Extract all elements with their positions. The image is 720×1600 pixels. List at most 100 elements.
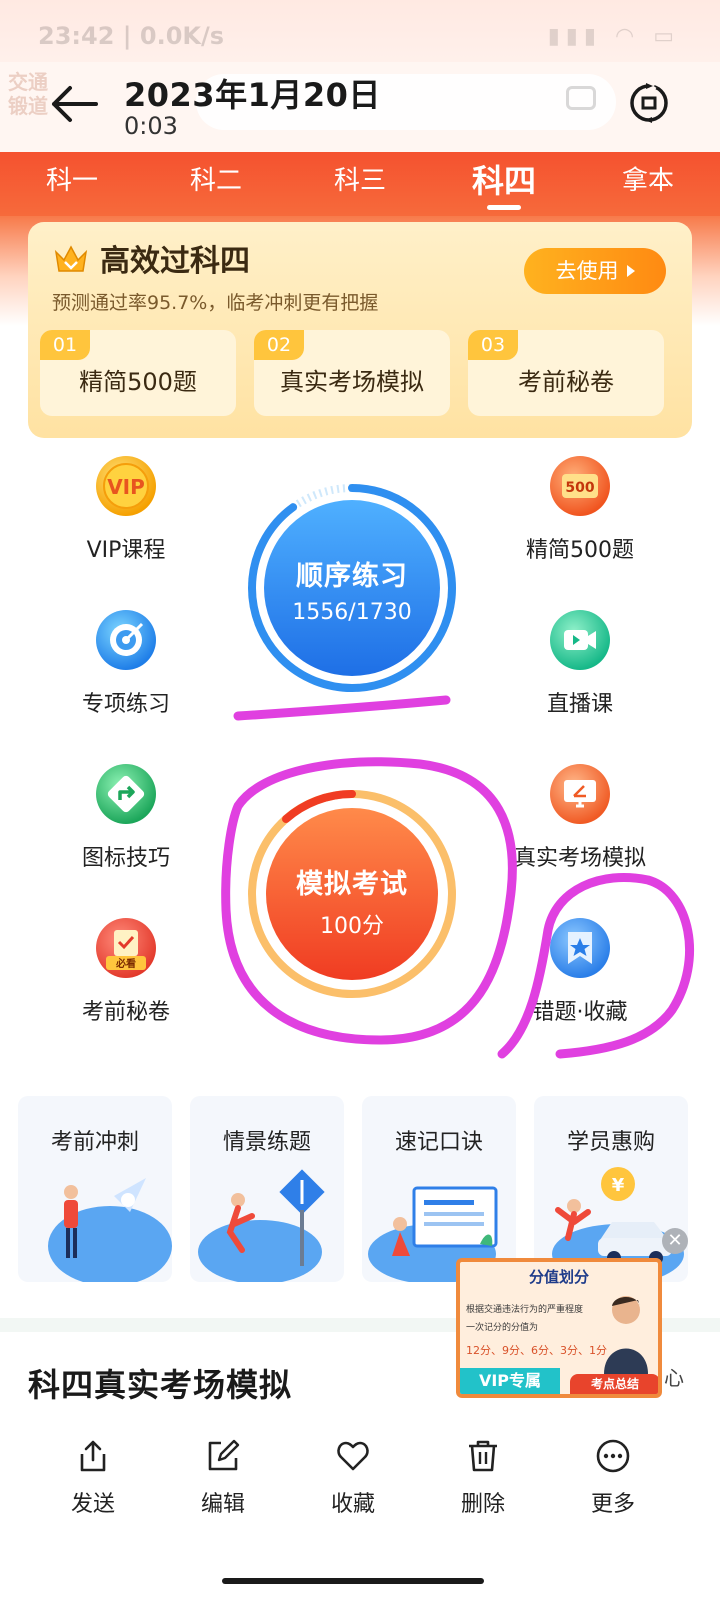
rocket-illustration-icon xyxy=(48,1178,172,1282)
subject-tab-bar: 科一 科二 科三 科四 拿本 xyxy=(0,152,720,216)
vip-item-secret[interactable]: 03 考前秘卷 xyxy=(468,330,664,416)
card-pre-exam-sprint[interactable]: 考前冲刺 xyxy=(18,1096,172,1282)
sequential-practice-button[interactable]: 顺序练习 1556/1730 xyxy=(246,482,458,694)
vip-item-mock[interactable]: 02 真实考场模拟 xyxy=(254,330,450,416)
tab-subject-1[interactable]: 科一 xyxy=(0,152,144,216)
camera-icon xyxy=(566,86,596,110)
back-arrow-icon[interactable] xyxy=(48,82,100,126)
action-label: 更多 xyxy=(590,1492,635,1517)
vip-promo-card[interactable]: 高效过科四 预测通过率95.7%，临考冲刺更有把握 去使用 01 精简500题 … xyxy=(28,222,692,438)
truncated-side-text: 心 xyxy=(664,1366,684,1390)
video-title: 分值划分 xyxy=(528,1268,589,1286)
crown-icon xyxy=(54,245,88,272)
vip-item-label: 精简500题 xyxy=(79,368,197,396)
mock-exam-score: 100分 xyxy=(320,914,384,939)
vip-card-subtitle: 预测通过率95.7%，临考冲刺更有把握 xyxy=(52,292,379,314)
vip-card-title: 高效过科四 xyxy=(100,244,250,279)
road-sign-icon xyxy=(96,764,156,824)
vip-icon: VIP xyxy=(96,456,156,516)
target-icon xyxy=(96,610,156,670)
card-student-deals[interactable]: 学员惠购 ¥ xyxy=(534,1096,688,1282)
video-text-line-2: 一次记分的分值为 xyxy=(466,1323,539,1333)
feature-label: VIP课程 xyxy=(86,538,166,563)
svg-text:¥: ¥ xyxy=(612,1175,625,1196)
feature-label: 专项练习 xyxy=(81,692,170,717)
share-button[interactable]: 发送 xyxy=(28,1438,158,1518)
feature-sign-tips[interactable]: 图标技巧 xyxy=(26,762,226,872)
feature-secret-paper[interactable]: 必看 考前秘卷 xyxy=(26,916,226,1026)
feature-wrong-favorites[interactable]: 错题·收藏 xyxy=(480,916,680,1026)
more-button[interactable]: 更多 xyxy=(548,1438,678,1518)
tab-subject-2[interactable]: 科二 xyxy=(144,152,288,216)
star-bookmark-icon xyxy=(550,918,610,978)
annotation-underline xyxy=(233,695,451,721)
status-bar: 23:42 | 0.0K/s ▮▮▮ ◠ ▭ xyxy=(0,0,720,70)
monitor-icon xyxy=(550,764,610,824)
action-label: 发送 xyxy=(70,1492,115,1517)
mock-exam-title: 模拟考试 xyxy=(296,869,408,900)
card-title: 情景练题 xyxy=(222,1130,311,1155)
card-title: 学员惠购 xyxy=(566,1130,655,1155)
vip-item-number: 02 xyxy=(254,330,304,360)
play-arrow-icon xyxy=(626,265,635,277)
feature-live-course[interactable]: 直播课 xyxy=(480,608,680,718)
vip-exclusive-badge: VIP专属 xyxy=(460,1368,560,1394)
video-play-icon xyxy=(550,610,610,670)
viewer-header: 交通 锻道 2023年1月20日 0:03 xyxy=(0,62,720,152)
delete-button[interactable]: 删除 xyxy=(418,1438,548,1518)
app-logo-ghost: 交通 锻道 xyxy=(8,70,48,118)
feature-vip-course[interactable]: VIP VIP课程 xyxy=(26,454,226,564)
mock-exam-button[interactable]: 模拟考试 100分 xyxy=(246,788,458,1000)
feature-label: 图标技巧 xyxy=(81,846,170,871)
action-label: 编辑 xyxy=(200,1492,245,1517)
section-title: 科四真实考场模拟 xyxy=(28,1366,293,1404)
feature-real-exam-sim[interactable]: 真实考场模拟 xyxy=(480,762,680,872)
vip-item-500[interactable]: 01 精简500题 xyxy=(40,330,236,416)
feature-label: 真实考场模拟 xyxy=(513,846,646,871)
key-points-badge: 考点总结 xyxy=(570,1374,658,1394)
feature-500-questions[interactable]: 500 精简500题 xyxy=(480,454,680,564)
must-read-icon: 必看 xyxy=(96,918,156,978)
tab-subject-3[interactable]: 科三 xyxy=(288,152,432,216)
feature-label: 精简500题 xyxy=(526,538,634,563)
tab-subject-4[interactable]: 科四 xyxy=(432,152,576,216)
edit-button[interactable]: 编辑 xyxy=(158,1438,288,1518)
status-icons: ▮▮▮ ◠ ▭ xyxy=(547,24,680,49)
feature-label: 错题·收藏 xyxy=(532,1000,628,1025)
pedestrian-sign-illustration-icon xyxy=(198,1169,325,1282)
feature-label: 直播课 xyxy=(546,692,613,717)
edit-icon xyxy=(208,1439,240,1471)
svg-text:VIP: VIP xyxy=(107,475,145,499)
trash-icon xyxy=(469,1440,497,1472)
card-title: 速记口诀 xyxy=(394,1130,483,1155)
vip-item-label: 考前秘卷 xyxy=(518,368,614,396)
share-icon xyxy=(80,1440,106,1472)
vip-item-number: 03 xyxy=(468,330,518,360)
feature-special-practice[interactable]: 专项练习 xyxy=(26,608,226,718)
home-indicator[interactable] xyxy=(222,1578,484,1584)
video-close-button[interactable]: ✕ xyxy=(662,1228,688,1254)
floating-video-player[interactable]: 分值划分 根据交通违法行为的严重程度 一次记分的分值为 12分、9分、6分、3分… xyxy=(456,1258,662,1398)
status-text: 23:42 | 0.0K/s xyxy=(38,22,225,50)
rotate-icon[interactable] xyxy=(626,80,672,126)
sequential-practice-progress: 1556/1730 xyxy=(292,600,412,625)
action-label: 收藏 xyxy=(330,1492,375,1517)
photo-date-title: 2023年1月20日 xyxy=(124,76,381,114)
500-badge: 500 xyxy=(565,480,594,496)
sequential-practice-title: 顺序练习 xyxy=(296,561,408,592)
go-use-label: 去使用 xyxy=(555,259,619,283)
card-scenario-practice[interactable]: 情景练题 xyxy=(190,1096,344,1282)
video-text-line-1: 根据交通违法行为的严重程度 xyxy=(466,1305,584,1315)
more-icon xyxy=(596,1439,630,1473)
go-use-button[interactable]: 去使用 xyxy=(524,248,666,294)
action-label: 删除 xyxy=(460,1492,505,1517)
vip-item-label: 真实考场模拟 xyxy=(280,368,424,396)
photo-action-bar: 发送 编辑 收藏 删除 更多 xyxy=(0,1418,720,1600)
card-mnemonics[interactable]: 速记口诀 xyxy=(362,1096,516,1282)
must-read-badge: 必看 xyxy=(115,957,136,970)
tab-get-license[interactable]: 拿本 xyxy=(576,152,720,216)
card-title: 考前冲刺 xyxy=(50,1130,139,1155)
vip-item-number: 01 xyxy=(40,330,90,360)
favorite-button[interactable]: 收藏 xyxy=(288,1438,418,1518)
instructor-avatar xyxy=(604,1296,648,1374)
